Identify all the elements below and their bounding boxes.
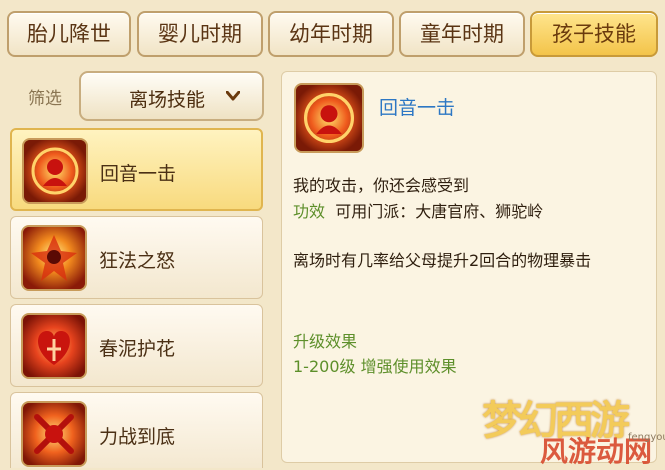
filter-selected-value: 离场技能 <box>129 89 206 111</box>
effect-text: 可用门派：大唐官府、狮驼岭 <box>335 202 544 221</box>
skill-name: 力战到底 <box>99 426 176 448</box>
skill-list-item[interactable]: 狂法之怒 <box>10 216 263 299</box>
skill-description: 离场时有几率给父母提升2回合的物理暴击 <box>293 251 592 270</box>
echo-strike-skill-icon <box>22 138 88 204</box>
filter-label: 筛选 <box>28 89 62 109</box>
skill-list[interactable]: 回音一击 狂法之怒 春泥护花 力战到底 <box>8 126 266 468</box>
tab-fetal[interactable]: 胎儿降世 <box>7 11 131 57</box>
site-watermark-domain: fengyou.NET <box>628 432 665 443</box>
skill-name: 狂法之怒 <box>99 250 176 272</box>
echo-strike-skill-icon <box>294 83 364 153</box>
tab-bar: 胎儿降世 婴儿时期 幼年时期 童年时期 孩子技能 <box>0 0 665 70</box>
upgrade-range: 1-200级 <box>293 357 356 376</box>
wrath-skill-icon <box>21 225 87 291</box>
skill-name: 回音一击 <box>100 163 177 185</box>
tab-infant[interactable]: 婴儿时期 <box>137 11 263 57</box>
skill-filter-dropdown[interactable]: 离场技能 <box>79 71 264 121</box>
skill-name: 春泥护花 <box>99 338 176 360</box>
upgrade-label: 升级效果 <box>293 332 358 351</box>
skill-effect-row: 功效 可用门派：大唐官府、狮驼岭 <box>293 198 543 222</box>
fight-to-end-skill-icon <box>21 401 87 467</box>
skill-quote: 我的攻击，你还会感受到 <box>293 176 470 195</box>
skill-list-item[interactable]: 回音一击 <box>10 128 263 211</box>
upgrade-effect-row: 1-200级 增强使用效果 <box>293 353 457 377</box>
skill-list-item[interactable]: 力战到底 <box>10 392 263 468</box>
tab-childhood[interactable]: 童年时期 <box>399 11 525 57</box>
detail-skill-title: 回音一击 <box>379 97 456 119</box>
skill-list-item[interactable]: 春泥护花 <box>10 304 263 387</box>
spring-mud-skill-icon <box>21 313 87 379</box>
effect-label: 功效 <box>293 202 326 221</box>
tab-early-childhood[interactable]: 幼年时期 <box>268 11 394 57</box>
tab-child-skills[interactable]: 孩子技能 <box>530 11 658 57</box>
upgrade-text: 增强使用效果 <box>360 357 457 376</box>
chevron-down-icon <box>226 91 240 101</box>
